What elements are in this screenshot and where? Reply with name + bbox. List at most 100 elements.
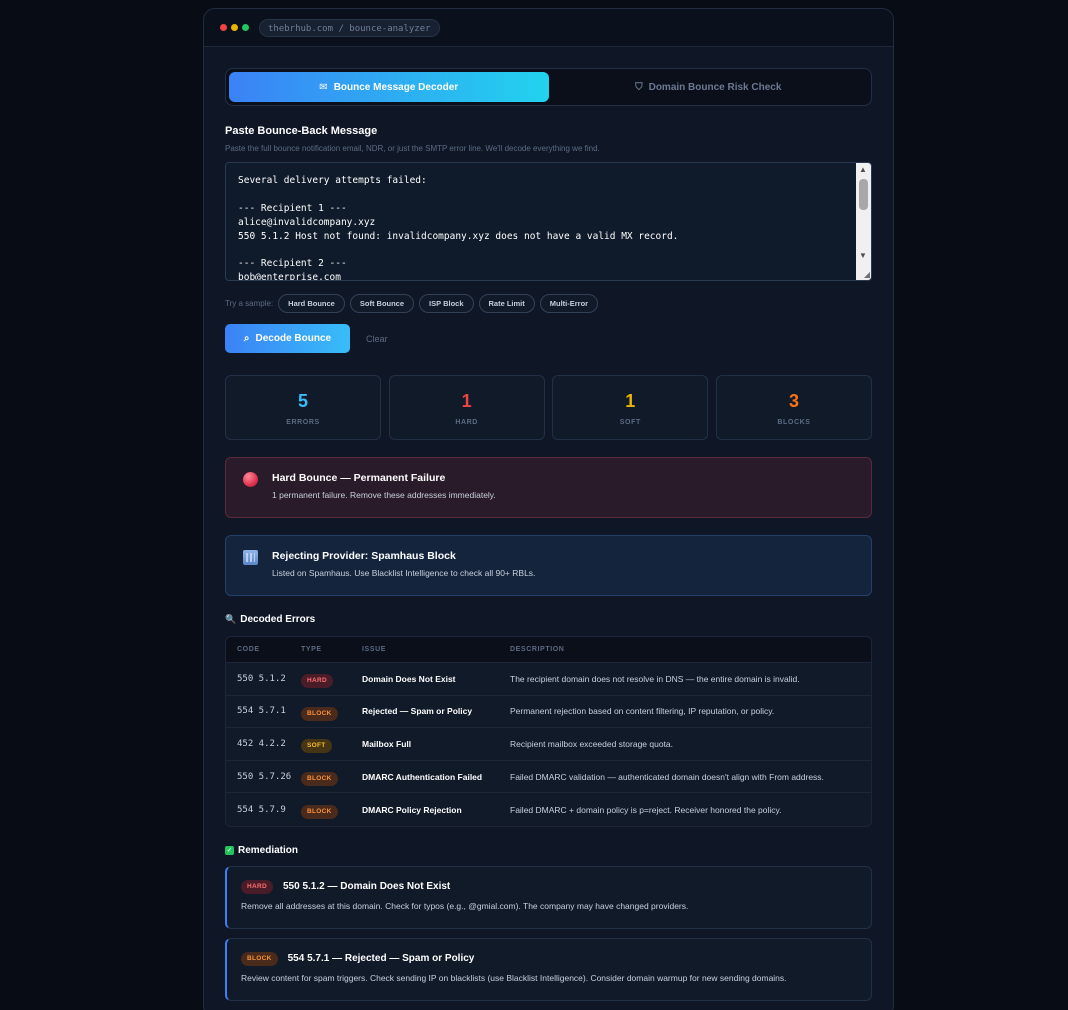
action-row: ⌕ Decode Bounce Clear	[225, 324, 872, 353]
sample-chip-multi-error[interactable]: Multi-Error	[539, 294, 599, 313]
error-description: Recipient mailbox exceeded storage quota…	[510, 738, 674, 749]
bomb-icon	[243, 472, 258, 487]
input-hint: Paste the full bounce notification email…	[225, 144, 600, 153]
stat-errors: 5 ERRORS	[225, 375, 381, 440]
type-badge: SOFT	[301, 739, 332, 754]
stat-value: 1	[461, 391, 472, 411]
remediation-item: BLOCK 554 5.7.1 — Rejected — Spam or Pol…	[225, 937, 872, 1001]
sample-chip-hard-bounce[interactable]: Hard Bounce	[278, 294, 345, 313]
stat-label: BLOCKS	[777, 419, 811, 426]
tab-label: Domain Bounce Risk Check	[648, 81, 782, 93]
stat-hard: 1 HARD	[388, 375, 545, 440]
error-description: Permanent rejection based on content fil…	[510, 706, 775, 717]
maximize-dot[interactable]	[242, 24, 249, 31]
error-description: Failed DMARC validation — authenticated …	[510, 771, 824, 782]
type-badge: BLOCK	[301, 772, 338, 787]
error-issue: Domain Does Not Exist	[362, 673, 456, 684]
checkmark-icon: ✓	[225, 845, 234, 855]
table-row: 554 5.7.1 BLOCK Rejected — Spam or Polic…	[226, 696, 871, 729]
stat-value: 5	[297, 391, 308, 411]
error-description: Failed DMARC + domain policy is p=reject…	[510, 804, 782, 815]
textarea-scrollbar[interactable]: ▲ ▼	[856, 163, 871, 280]
type-badge: BLOCK	[241, 951, 278, 966]
error-issue: DMARC Authentication Failed	[362, 771, 483, 782]
alert-title: Rejecting Provider: Spamhaus Block	[272, 550, 456, 562]
textarea-content[interactable]: Several delivery attempts failed: --- Re…	[226, 163, 871, 280]
decode-button-label: Decode Bounce	[255, 333, 332, 344]
browser-window: thebrhub.com / bounce-analyzer ✉ Bounce …	[203, 8, 894, 1010]
provider-alert: Rejecting Provider: Spamhaus Block Liste…	[225, 535, 872, 596]
table-row: 550 5.7.26 BLOCK DMARC Authentication Fa…	[226, 761, 871, 794]
close-dot[interactable]	[220, 24, 227, 31]
stat-label: HARD	[455, 419, 478, 426]
scroll-thumb[interactable]	[859, 179, 868, 210]
tab-domain-risk[interactable]: ⛉ Domain Bounce Risk Check	[549, 72, 869, 102]
stats-row: 5 ERRORS 1 HARD 1 SOFT 3 BLOCKS	[225, 375, 872, 440]
error-issue: Rejected — Spam or Policy	[362, 706, 473, 717]
decode-bounce-button[interactable]: ⌕ Decode Bounce	[225, 324, 350, 353]
bounce-message-textarea[interactable]: Several delivery attempts failed: --- Re…	[225, 162, 872, 281]
remediation-title: 550 5.1.2 — Domain Does Not Exist	[282, 881, 451, 893]
scroll-up-icon[interactable]: ▲	[859, 165, 867, 174]
error-code: 550 5.1.2	[237, 673, 286, 684]
sample-chip-rate-limit[interactable]: Rate Limit	[478, 294, 535, 313]
column-header: ISSUE	[362, 646, 387, 653]
alert-text: Listed on Spamhaus. Use Blacklist Intell…	[272, 568, 536, 578]
search-icon: ⌕	[243, 333, 250, 344]
sample-chip-isp-block[interactable]: ISP Block	[419, 294, 474, 313]
type-badge: BLOCK	[301, 706, 338, 721]
table-header: CODE TYPE ISSUE DESCRIPTION	[226, 637, 871, 663]
stat-value: 1	[625, 391, 636, 411]
stat-label: ERRORS	[286, 419, 320, 426]
stat-blocks: 3 BLOCKS	[715, 375, 872, 440]
type-badge: HARD	[241, 879, 273, 894]
error-code: 554 5.7.1	[237, 706, 286, 717]
remediation-heading: ✓ Remediation	[225, 845, 872, 856]
input-label: Paste Bounce-Back Message	[225, 125, 378, 137]
section-title: Remediation	[238, 844, 299, 856]
remediation-item: HARD 550 5.1.2 — Domain Does Not Exist R…	[225, 865, 872, 929]
main-content: ✉ Bounce Message Decoder ⛉ Domain Bounce…	[225, 68, 872, 1001]
error-description: The recipient domain does not resolve in…	[510, 673, 800, 684]
remediation-text: Review content for spam triggers. Check …	[241, 972, 787, 983]
stat-label: SOFT	[619, 419, 641, 426]
minimize-dot[interactable]	[231, 24, 238, 31]
alert-text: 1 permanent failure. Remove these addres…	[272, 490, 496, 500]
stat-soft: 1 SOFT	[552, 375, 709, 440]
column-header: TYPE	[301, 646, 322, 653]
table-row: 554 5.7.9 BLOCK DMARC Policy Rejection F…	[226, 793, 871, 826]
decoded-errors-table: CODE TYPE ISSUE DESCRIPTION 550 5.1.2 HA…	[225, 636, 872, 827]
sample-list: Try a sample: Hard Bounce Soft Bounce IS…	[225, 294, 872, 313]
table-row: 452 4.2.2 SOFT Mailbox Full Recipient ma…	[226, 728, 871, 761]
error-issue: DMARC Policy Rejection	[362, 804, 462, 815]
error-code: 554 5.7.9	[237, 804, 286, 815]
column-header: CODE	[237, 646, 260, 653]
type-badge: BLOCK	[301, 805, 338, 820]
sample-label: Try a sample:	[225, 299, 274, 308]
address-bar[interactable]: thebrhub.com / bounce-analyzer	[259, 18, 440, 37]
envelope-icon: ✉	[319, 81, 328, 93]
remediation-list: HARD 550 5.1.2 — Domain Does Not Exist R…	[225, 865, 872, 1001]
shield-icon: ⛉	[635, 81, 643, 93]
tab-bounce-decoder[interactable]: ✉ Bounce Message Decoder	[229, 72, 549, 102]
clear-button[interactable]: Clear	[366, 334, 388, 344]
error-issue: Mailbox Full	[362, 738, 412, 749]
decoded-errors-heading: 🔍 Decoded Errors	[225, 614, 872, 625]
sample-chip-soft-bounce[interactable]: Soft Bounce	[349, 294, 415, 313]
resize-handle-icon[interactable]: ◢	[864, 270, 870, 279]
title-bar: thebrhub.com / bounce-analyzer	[204, 9, 893, 47]
hard-bounce-alert: Hard Bounce — Permanent Failure 1 perman…	[225, 457, 872, 518]
magnifier-icon: 🔍	[225, 614, 237, 624]
column-header: DESCRIPTION	[510, 646, 565, 653]
building-icon	[243, 550, 258, 565]
alert-title: Hard Bounce — Permanent Failure	[272, 472, 446, 484]
error-code: 452 4.2.2	[237, 738, 286, 749]
remediation-text: Remove all addresses at this domain. Che…	[241, 900, 689, 911]
remediation-title: 554 5.7.1 — Rejected — Spam or Policy	[287, 953, 475, 965]
scroll-down-icon[interactable]: ▼	[859, 251, 867, 260]
error-code: 550 5.7.26	[237, 771, 292, 782]
section-title: Decoded Errors	[240, 614, 316, 625]
tab-bar: ✉ Bounce Message Decoder ⛉ Domain Bounce…	[225, 68, 872, 106]
stat-value: 3	[788, 391, 799, 411]
table-row: 550 5.1.2 HARD Domain Does Not Exist The…	[226, 663, 871, 696]
